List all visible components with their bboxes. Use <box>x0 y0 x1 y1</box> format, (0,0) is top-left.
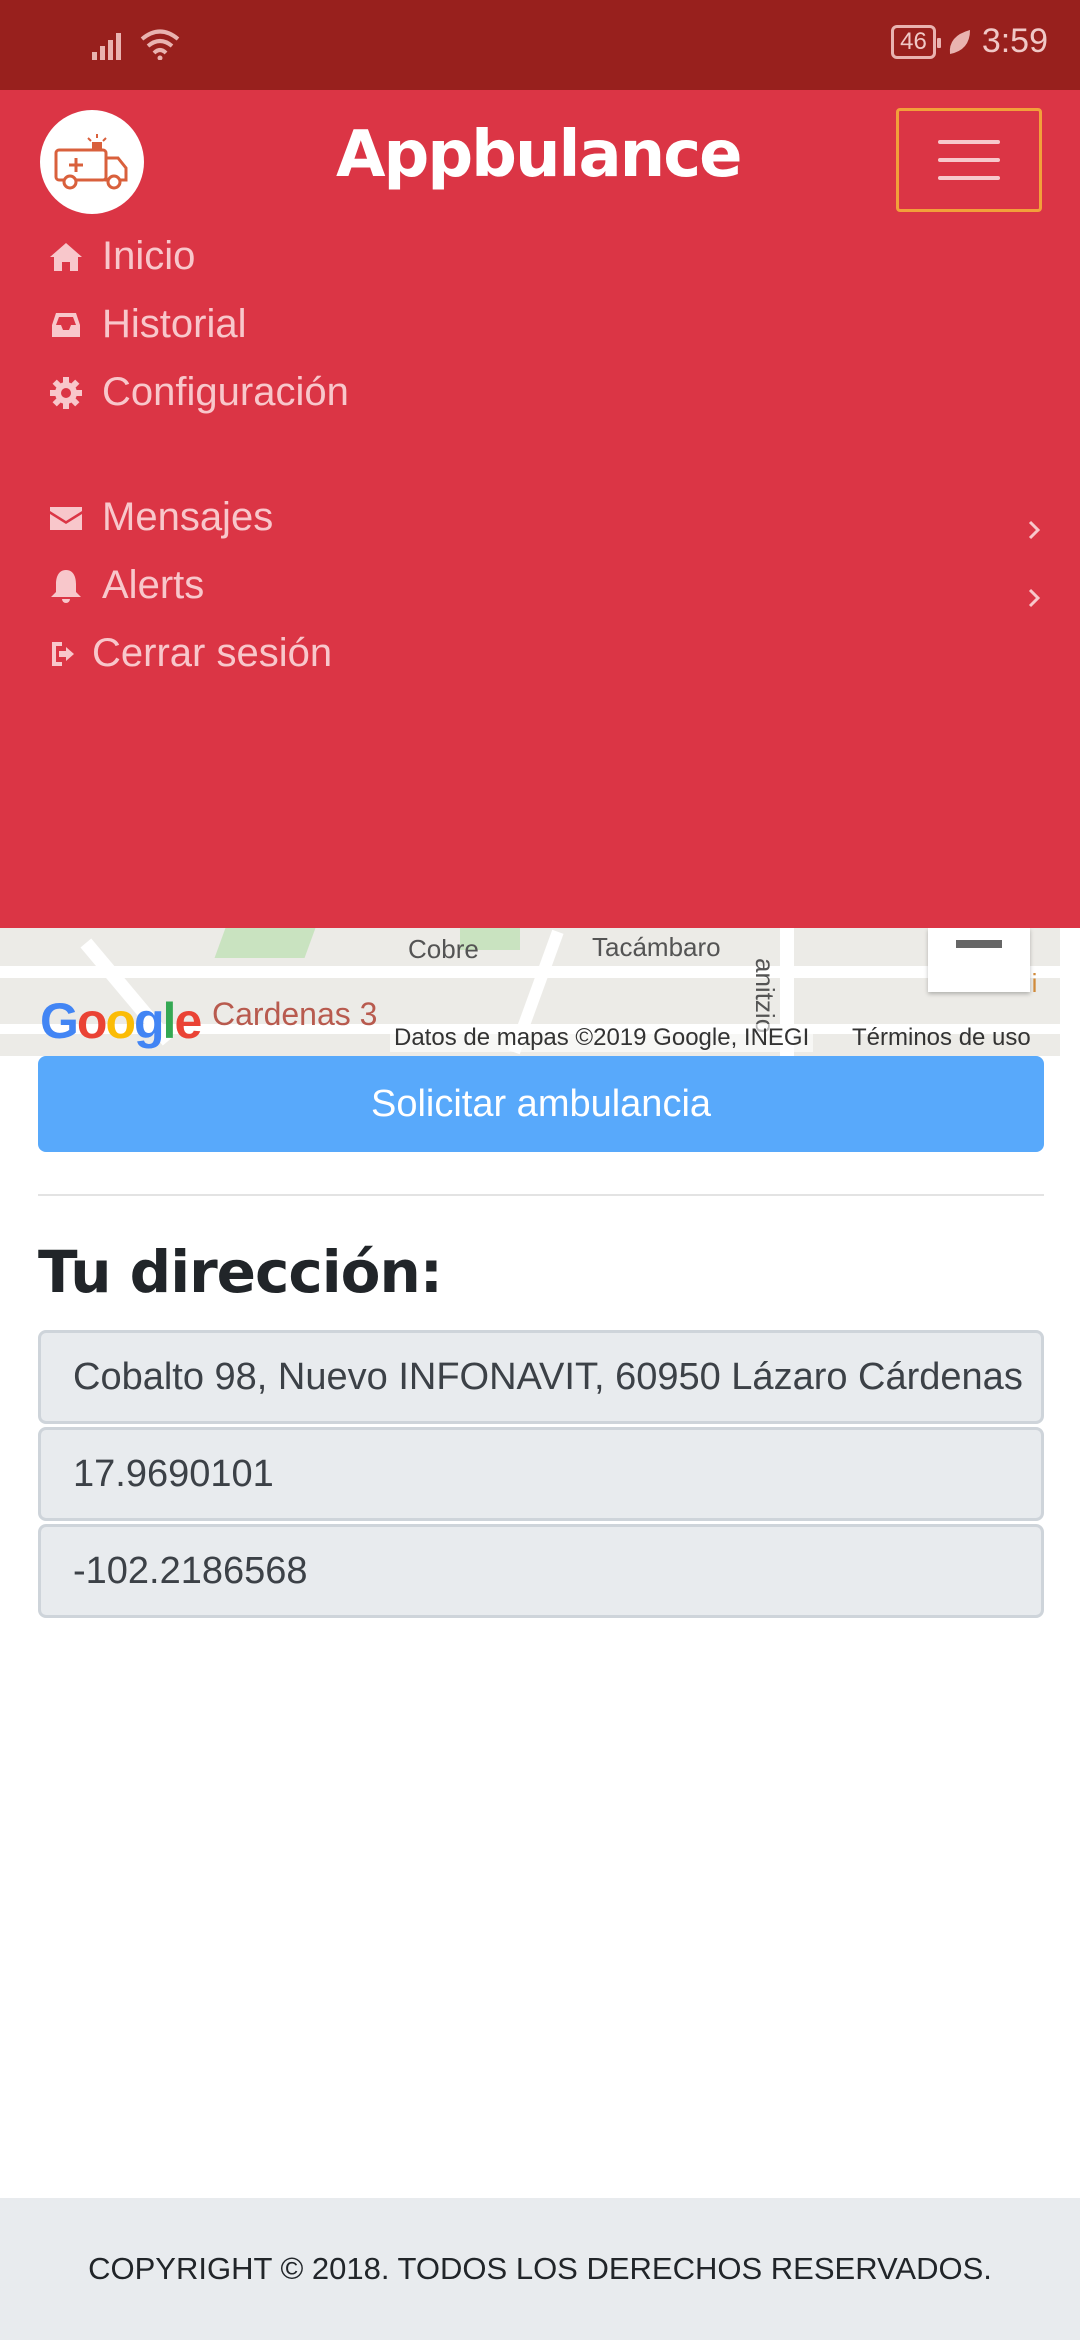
map-label: Cobre <box>408 934 479 964</box>
nav-item-historial[interactable]: Historial <box>46 302 246 347</box>
nav-label: Alerts <box>102 563 205 607</box>
nav-item-mensajes[interactable]: Mensajes <box>46 495 273 540</box>
address-title: Tu dirección: <box>38 1238 443 1306</box>
nav-item-cerrar-sesion[interactable]: Cerrar sesión <box>46 631 332 676</box>
clock: 3:59 <box>981 22 1048 60</box>
nav-label: Inicio <box>102 234 196 278</box>
address-field[interactable]: Cobalto 98, Nuevo INFONAVIT, 60950 Lázar… <box>38 1330 1044 1424</box>
app-logo[interactable] <box>40 110 144 214</box>
minus-icon <box>956 940 1002 948</box>
map-label: Cardenas 3 <box>212 996 378 1032</box>
status-right: 46 3:59 <box>891 22 1048 61</box>
status-left <box>92 28 180 60</box>
zoom-out-button[interactable] <box>928 928 1030 992</box>
inbox-icon <box>52 312 80 337</box>
longitude-field[interactable]: -102.2186568 <box>38 1524 1044 1618</box>
nav-label: Configuración <box>102 370 349 414</box>
nav-item-inicio[interactable]: Inicio <box>46 234 195 279</box>
map-terms-link[interactable]: Términos de uso <box>852 1024 1031 1052</box>
hamburger-line <box>938 140 1000 144</box>
chevron-right-icon <box>1028 520 1041 540</box>
sign-out-icon <box>52 641 74 666</box>
chevron-right-icon <box>1028 588 1041 608</box>
map-credit: Datos de mapas ©2019 Google, INEGI <box>390 1024 814 1052</box>
nav-label: Cerrar sesión <box>92 631 333 675</box>
brand-title: Appbulance <box>336 118 743 192</box>
nav-item-alerts[interactable]: Alerts <box>46 563 204 608</box>
footer: COPYRIGHT © 2018. TODOS LOS DERECHOS RES… <box>0 2198 1080 2340</box>
bell-icon <box>51 569 81 603</box>
hamburger-line <box>938 158 1000 162</box>
google-logo: Google <box>40 993 202 1049</box>
battery-indicator: 46 <box>891 24 941 59</box>
copyright-text: COPYRIGHT © 2018. TODOS LOS DERECHOS RES… <box>88 2251 992 2286</box>
divider <box>38 1194 1044 1196</box>
gear-icon <box>50 376 82 409</box>
latitude-field[interactable]: 17.9690101 <box>38 1427 1044 1521</box>
home-icon <box>50 242 82 271</box>
nav-label: Historial <box>102 302 247 346</box>
request-ambulance-button[interactable]: Solicitar ambulancia <box>38 1056 1044 1152</box>
map-road <box>0 966 1060 978</box>
map-park <box>214 928 316 958</box>
nav-item-configuracion[interactable]: Configuración <box>46 370 349 415</box>
nav-menu: Appbulance Inicio Historial Configuració… <box>0 90 1080 928</box>
map-label: Tacámbaro <box>592 932 721 962</box>
envelope-icon <box>50 506 82 530</box>
ambulance-icon <box>54 134 128 190</box>
wifi-icon <box>140 29 180 60</box>
status-bar: 46 3:59 <box>0 0 1080 90</box>
menu-toggle-button[interactable] <box>896 108 1042 212</box>
nav-label: Mensajes <box>102 495 274 539</box>
hamburger-line <box>938 176 1000 180</box>
leaf-icon <box>949 29 970 54</box>
signal-icon <box>92 33 121 60</box>
map-label: anitzio <box>750 958 780 1034</box>
